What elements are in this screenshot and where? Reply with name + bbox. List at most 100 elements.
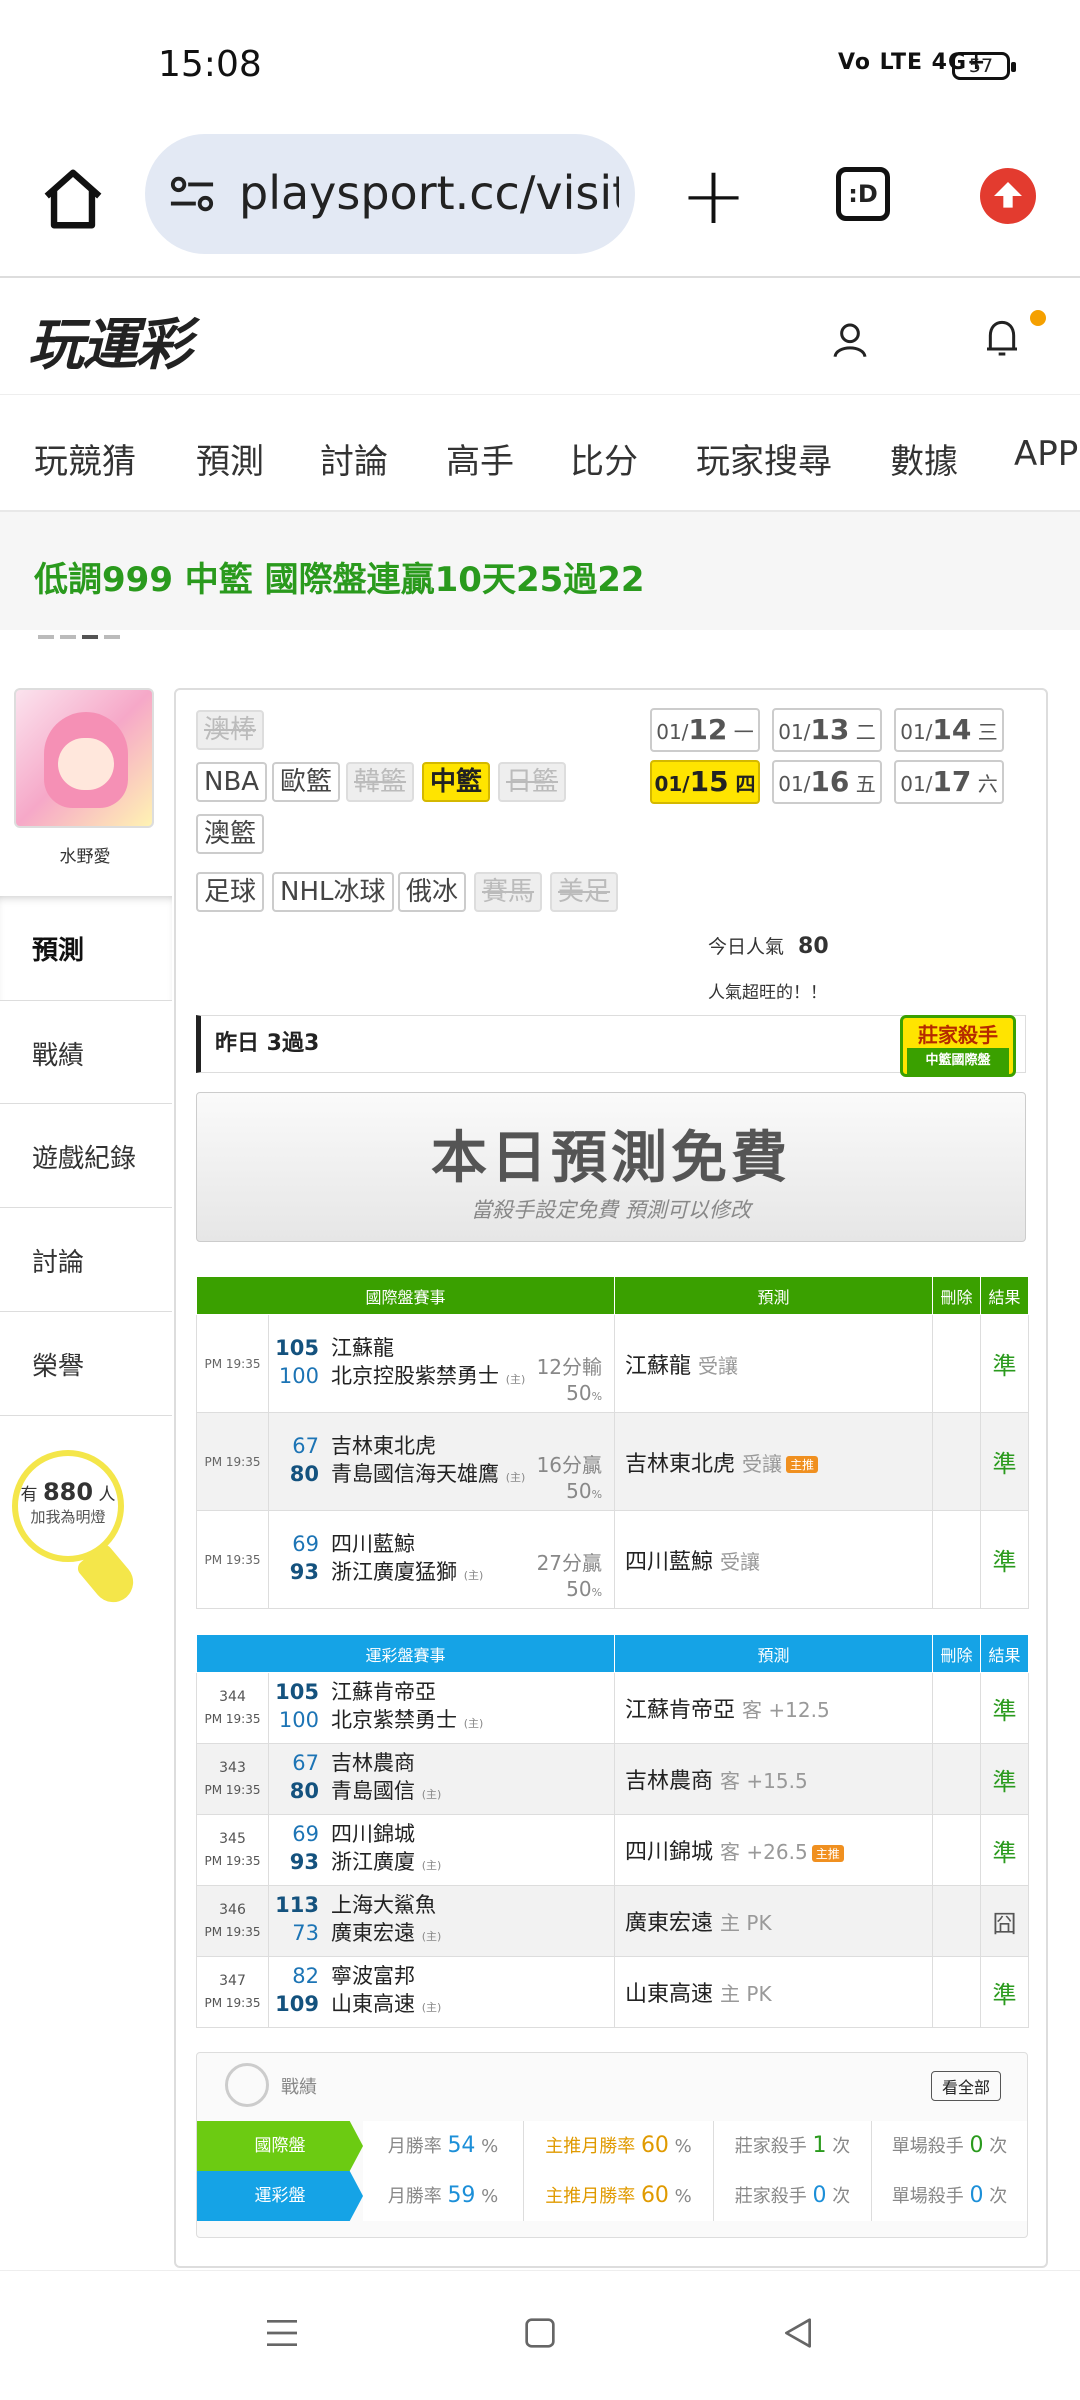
address-bar[interactable]: playsport.cc/visit [145,134,635,254]
date-0115[interactable]: 01/15 四 [650,760,760,804]
table-header: 結果 [980,1634,1030,1673]
prediction-handicap: 客 +15.5 [720,1769,808,1793]
announcement-banner[interactable]: 低調999 中籃 國際盤連贏10天25過22 [0,512,1080,639]
killer-badge-sub: 中籃國際盤 [907,1048,1009,1074]
sidebar-item-honor[interactable]: 榮譽 [0,1312,172,1416]
delete-cell[interactable] [932,1956,982,2028]
nav-item-data[interactable]: 數據 [890,434,958,483]
prediction-handicap: 受讓 [698,1353,739,1378]
nav-item-app[interactable]: APP [1014,434,1078,474]
team-home: 浙江廣廈 [331,1850,415,1874]
url-text[interactable]: playsport.cc/visit [239,166,619,220]
nav-item-guess[interactable]: 玩競猜 [34,434,136,483]
prediction-team: 四川錦城 [625,1840,714,1865]
fans-prefix: 有 [20,1485,38,1505]
delete-cell[interactable] [932,1885,982,1957]
home-icon[interactable] [38,164,108,234]
killer-badge: 莊家殺手 中籃國際盤 [900,1015,1016,1077]
score-away: 105 [275,1335,319,1360]
site-logo[interactable]: 玩運彩 [28,300,192,381]
team-home: 浙江廣廈猛獅 [331,1559,457,1584]
sport-tag-euro-basketball[interactable]: 歐籃 [272,762,341,802]
result-mark: 準 [980,1743,1030,1815]
table-row: PM 19:35 67 吉林東北虎 80 青島國信海天雄鷹 (主) 16分贏 50% … [196,1412,1030,1511]
delete-cell[interactable] [932,1314,982,1413]
table-row: 346 PM 19:35 113 上海大鯊魚 73 廣東宏遠 (主) 廣東宏遠 主 PK… [196,1885,1030,1957]
team-away: 江蘇龍 [331,1335,394,1360]
result-mark: 準 [980,1672,1030,1744]
score-home: 93 [289,1559,319,1584]
sport-tag-korea-basketball[interactable]: 韓籃 [346,762,415,802]
table-header: 結果 [980,1276,1030,1315]
delete-cell[interactable] [932,1510,982,1609]
date-0113[interactable]: 01/13 二 [772,708,882,752]
table-header: 國際盤賽事 [195,1276,616,1315]
prediction-handicap: 客 +26.5 [720,1840,808,1864]
score-away: 82 [292,1964,319,1988]
date-0114[interactable]: 01/14 三 [894,708,1004,752]
sidebar-item-forum[interactable]: 討論 [0,1208,172,1312]
main-pick-badge: 主推 [786,1456,819,1473]
update-icon[interactable] [980,168,1036,224]
home-marker: (主) [421,1788,442,1801]
sport-tag-nba[interactable]: NBA [196,762,268,802]
sport-tag-horse-racing[interactable]: 賽馬 [474,872,543,912]
score-away: 67 [292,1751,319,1775]
user-icon[interactable] [830,320,870,360]
date-0116[interactable]: 01/16 五 [772,760,882,804]
nav-item-forum[interactable]: 討論 [320,434,388,483]
popularity-note: 人氣超旺的！！ [708,983,827,1003]
score-home: 80 [289,1461,319,1486]
sport-tag-nhl[interactable]: NHL冰球 [272,872,394,912]
fans-count: 880 [42,1478,94,1506]
team-away: 四川錦城 [331,1822,415,1846]
team-away: 上海大鯊魚 [331,1893,436,1917]
sport-tag-soccer[interactable]: 足球 [196,872,265,912]
menu-icon[interactable] [262,2313,302,2353]
sport-tag-russia-hockey[interactable]: 俄冰 [398,872,467,912]
team-away: 吉林東北虎 [331,1433,436,1458]
record-row-label: 國際盤 [197,2121,363,2171]
sidebar-item-predict[interactable]: 預測 [0,896,172,1000]
home-marker: (主) [421,1930,442,1943]
delete-cell[interactable] [932,1672,982,1744]
sport-tag-aus-baseball[interactable]: 澳棒 [196,710,265,750]
view-all-button[interactable]: 看全部 [930,2071,1001,2101]
sport-tag-aus-basketball[interactable]: 澳籃 [196,814,265,854]
game-time: PM 19:35 [204,1996,261,2010]
sidebar-item-game-log[interactable]: 遊戲紀錄 [0,1104,172,1208]
result-mark: 準 [980,1814,1030,1886]
free-banner-sub: 當殺手設定免費 預測可以修改 [471,1198,751,1222]
nav-item-predict[interactable]: 預測 [196,434,264,483]
table-row: PM 19:35 69 四川藍鯨 93 浙江廣廈猛獅 (主) 27分贏 50% 四川藍… [196,1510,1030,1609]
sport-tag-china-basketball[interactable]: 中籃 [422,762,491,802]
nav-item-player-search[interactable]: 玩家搜尋 [696,434,832,483]
delete-cell[interactable] [932,1412,982,1511]
prediction-team: 山東高速 [625,1982,714,2007]
home-button-icon[interactable] [520,2313,560,2353]
date-0117[interactable]: 01/17 六 [894,760,1004,804]
delete-cell[interactable] [932,1743,982,1815]
sport-tag-japan-basketball[interactable]: 日籃 [498,762,567,802]
nav-item-scores[interactable]: 比分 [570,434,638,483]
score-home: 100 [278,1363,319,1388]
nav-item-experts[interactable]: 高手 [446,434,514,483]
prediction-handicap: 受讓 [742,1451,783,1476]
date-0112[interactable]: 01/12 一 [650,708,760,752]
tab-switcher-button[interactable]: :D [836,167,890,221]
table-row: PM 19:35 105 江蘇龍 100 北京控股紫禁勇士 (主) 12分輸 50% … [196,1314,1030,1413]
site-settings-icon[interactable] [169,174,215,214]
popularity-label: 今日人氣 [708,936,785,958]
table-row: 344 PM 19:35 105 江蘇肯帝亞 100 北京紫禁勇士 (主) 江蘇肯帝亞 … [196,1672,1030,1744]
home-marker: (主) [505,1372,526,1386]
popularity: 今日人氣 80 [708,932,829,959]
sport-tag-nfl[interactable]: 美足 [550,872,619,912]
avatar[interactable] [14,688,154,828]
game-time: PM 19:35 [196,1412,269,1511]
back-icon[interactable] [778,2313,818,2353]
sidebar-item-record[interactable]: 戰績 [0,1000,172,1104]
announcement-text[interactable]: 低調999 中籃 國際盤連贏10天25過22 [34,552,645,601]
bell-icon[interactable] [982,316,1022,362]
new-tab-icon[interactable]: + [680,156,747,236]
delete-cell[interactable] [932,1814,982,1886]
